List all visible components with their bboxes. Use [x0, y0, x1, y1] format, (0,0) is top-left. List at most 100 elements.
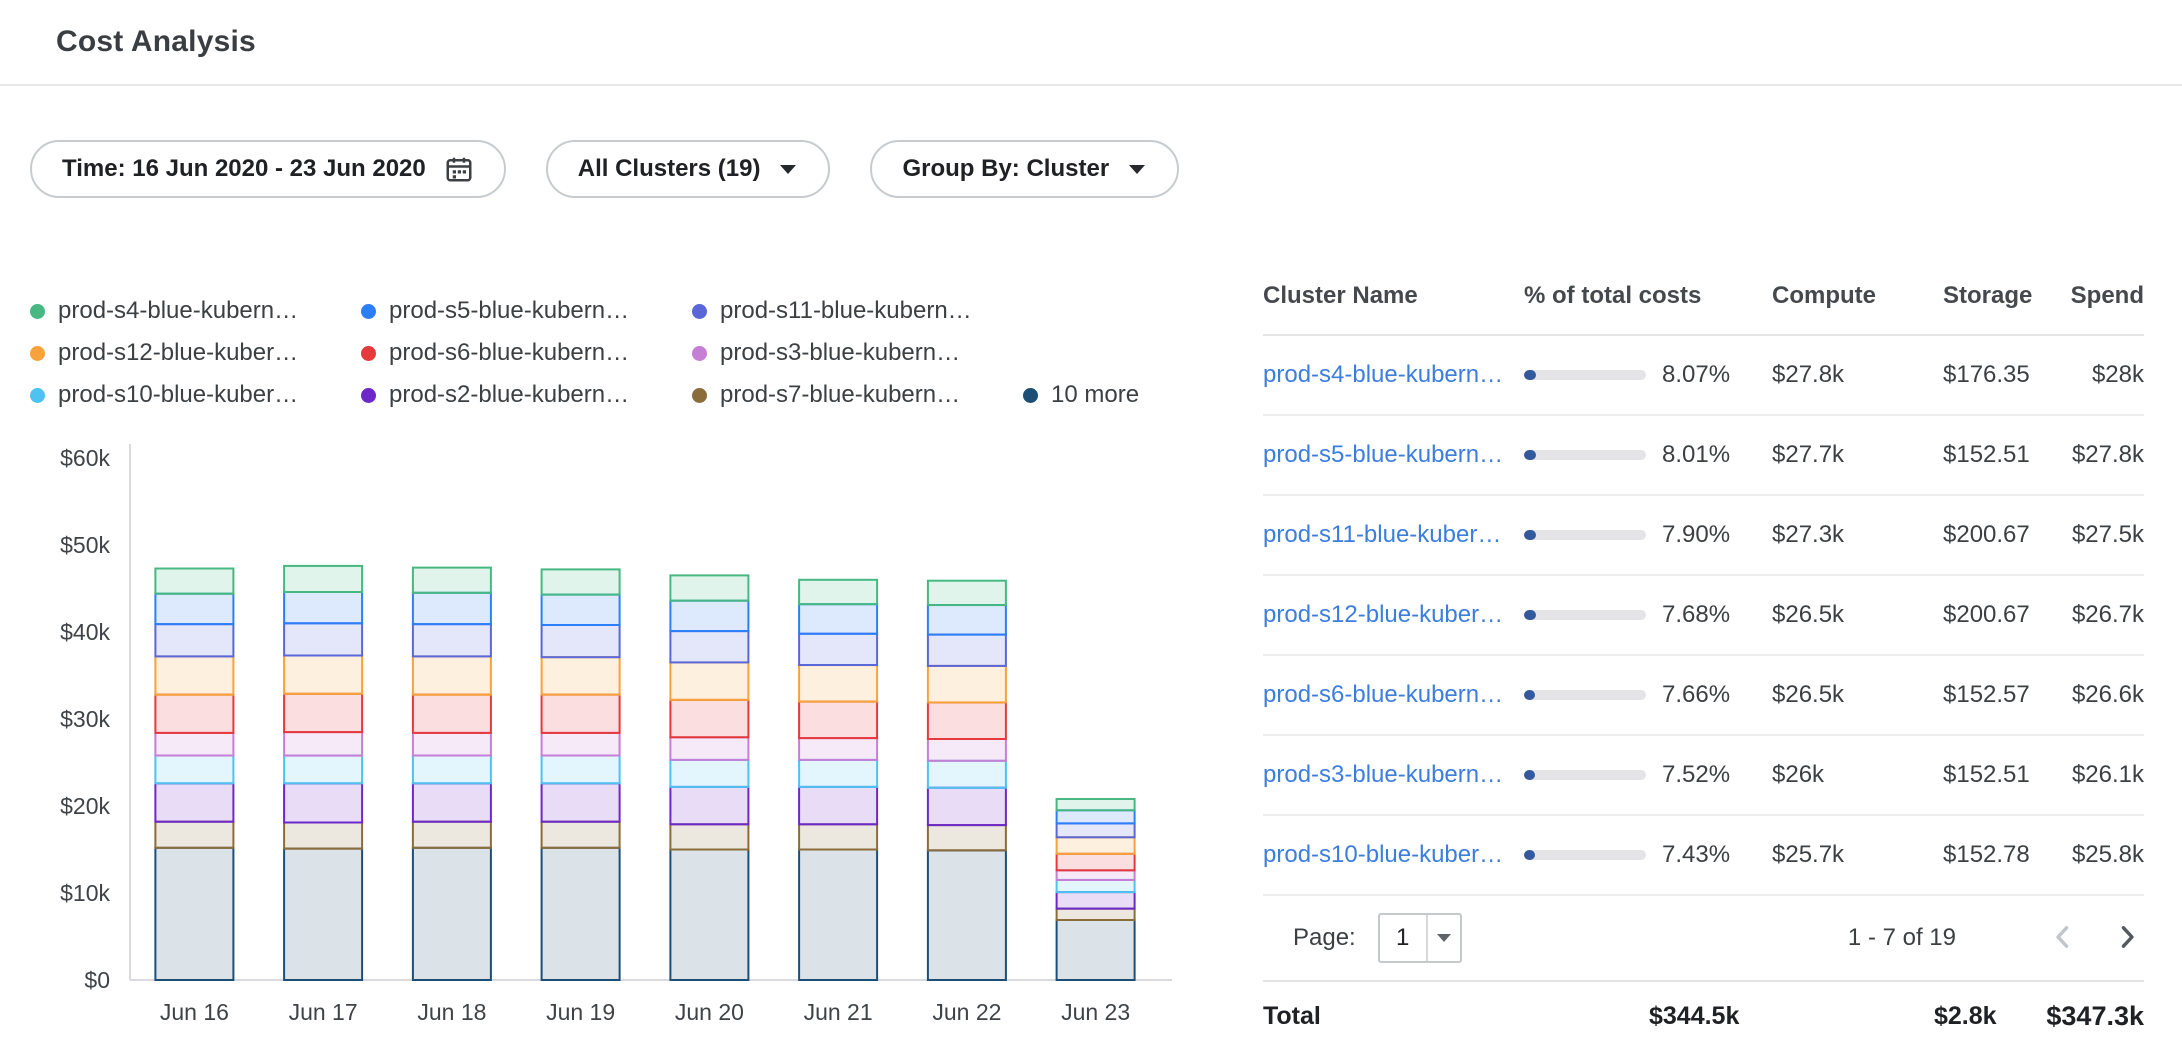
bar-segment[interactable] [284, 623, 362, 655]
stacked-bar-chart[interactable]: $0$10k$20k$30k$40k$50k$60kJun 16Jun 17Ju… [0, 424, 1208, 1056]
cluster-name-link[interactable]: prod-s4-blue-kubern… [1263, 361, 1503, 388]
cluster-name-link[interactable]: prod-s11-blue-kuber… [1263, 521, 1501, 548]
bar-segment[interactable] [928, 788, 1006, 825]
legend-item[interactable]: 10 more [1023, 380, 1139, 410]
bar-segment[interactable] [1057, 880, 1135, 892]
bar-segment[interactable] [284, 694, 362, 732]
next-page-button[interactable] [2110, 920, 2144, 957]
bar-segment[interactable] [670, 787, 748, 824]
legend-item[interactable]: prod-s10-blue-kuber… [30, 380, 335, 410]
bar-segment[interactable] [155, 783, 233, 821]
time-range-filter[interactable]: Time: 16 Jun 2020 - 23 Jun 2020 [30, 140, 506, 198]
bar-segment[interactable] [670, 663, 748, 700]
bar-segment[interactable] [928, 761, 1006, 788]
bar-segment[interactable] [155, 822, 233, 848]
bar-segment[interactable] [284, 783, 362, 822]
bar-segment[interactable] [799, 850, 877, 981]
bar-segment[interactable] [799, 604, 877, 634]
bar-segment[interactable] [155, 594, 233, 624]
bar-segment[interactable] [670, 601, 748, 631]
bar-segment[interactable] [413, 822, 491, 848]
bar-segment[interactable] [155, 569, 233, 594]
bar-segment[interactable] [155, 756, 233, 784]
bar-segment[interactable] [1057, 799, 1135, 810]
bar-segment[interactable] [284, 823, 362, 849]
legend-item[interactable]: prod-s6-blue-kubern… [361, 338, 666, 368]
bar-segment[interactable] [1057, 854, 1135, 871]
bar-segment[interactable] [542, 783, 620, 821]
bar-segment[interactable] [799, 634, 877, 665]
bar-segment[interactable] [155, 848, 233, 980]
prev-page-button[interactable] [2046, 920, 2080, 957]
cluster-name-link[interactable]: prod-s5-blue-kubern… [1263, 441, 1503, 468]
bar-segment[interactable] [799, 580, 877, 604]
bar-segment[interactable] [542, 595, 620, 625]
page-select[interactable]: 1 [1378, 913, 1462, 963]
bar-segment[interactable] [284, 566, 362, 592]
bar-segment[interactable] [413, 695, 491, 733]
bar-segment[interactable] [413, 848, 491, 980]
bar-segment[interactable] [799, 824, 877, 849]
bar-segment[interactable] [413, 733, 491, 756]
bar-segment[interactable] [1057, 810, 1135, 823]
group-by-filter[interactable]: Group By: Cluster [870, 140, 1179, 198]
bar-segment[interactable] [542, 569, 620, 594]
bar-segment[interactable] [1057, 823, 1135, 837]
bar-segment[interactable] [413, 568, 491, 593]
bar-segment[interactable] [413, 624, 491, 656]
bar-segment[interactable] [1057, 909, 1135, 920]
bar-segment[interactable] [542, 822, 620, 848]
bar-segment[interactable] [799, 702, 877, 739]
bar-segment[interactable] [928, 825, 1006, 850]
bar-segment[interactable] [413, 783, 491, 821]
bar-segment[interactable] [1057, 837, 1135, 854]
bar-segment[interactable] [928, 850, 1006, 980]
bar-segment[interactable] [1057, 870, 1135, 880]
legend-item[interactable]: prod-s7-blue-kubern… [692, 380, 997, 410]
bar-segment[interactable] [155, 656, 233, 694]
bar-segment[interactable] [670, 631, 748, 662]
legend-item[interactable]: prod-s12-blue-kuber… [30, 338, 335, 368]
bar-segment[interactable] [284, 756, 362, 784]
bar-segment[interactable] [799, 738, 877, 760]
bar-segment[interactable] [155, 733, 233, 756]
bar-segment[interactable] [928, 581, 1006, 605]
bar-segment[interactable] [928, 635, 1006, 666]
clusters-filter[interactable]: All Clusters (19) [546, 140, 831, 198]
bar-segment[interactable] [284, 656, 362, 694]
bar-segment[interactable] [413, 593, 491, 624]
bar-segment[interactable] [670, 824, 748, 849]
bar-segment[interactable] [928, 739, 1006, 761]
bar-segment[interactable] [284, 732, 362, 756]
legend-item[interactable]: prod-s4-blue-kubern… [30, 296, 335, 326]
bar-segment[interactable] [542, 733, 620, 756]
bar-segment[interactable] [284, 849, 362, 980]
bar-segment[interactable] [670, 850, 748, 981]
bar-segment[interactable] [284, 592, 362, 623]
bar-segment[interactable] [928, 703, 1006, 740]
cluster-name-link[interactable]: prod-s10-blue-kuber… [1263, 841, 1503, 868]
bar-segment[interactable] [799, 787, 877, 824]
legend-item[interactable]: prod-s2-blue-kubern… [361, 380, 666, 410]
bar-segment[interactable] [799, 665, 877, 702]
bar-segment[interactable] [670, 700, 748, 737]
bar-segment[interactable] [928, 666, 1006, 703]
bar-segment[interactable] [1057, 892, 1135, 909]
bar-segment[interactable] [928, 605, 1006, 635]
cluster-name-link[interactable]: prod-s6-blue-kubern… [1263, 681, 1503, 708]
cluster-name-link[interactable]: prod-s3-blue-kubern… [1263, 761, 1503, 788]
bar-segment[interactable] [542, 756, 620, 784]
bar-segment[interactable] [155, 695, 233, 733]
bar-segment[interactable] [670, 575, 748, 600]
bar-segment[interactable] [542, 657, 620, 694]
cluster-name-link[interactable]: prod-s12-blue-kuber… [1263, 601, 1503, 628]
bar-segment[interactable] [799, 760, 877, 787]
bar-segment[interactable] [413, 656, 491, 694]
legend-item[interactable]: prod-s3-blue-kubern… [692, 338, 997, 368]
bar-segment[interactable] [1057, 920, 1135, 980]
bar-segment[interactable] [670, 737, 748, 760]
bar-segment[interactable] [413, 756, 491, 784]
bar-segment[interactable] [542, 625, 620, 657]
legend-item[interactable]: prod-s5-blue-kubern… [361, 296, 666, 326]
bar-segment[interactable] [670, 760, 748, 787]
